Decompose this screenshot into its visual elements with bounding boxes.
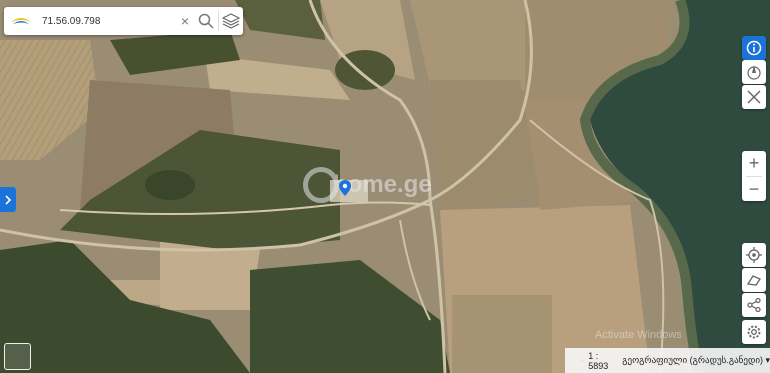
scale-readout: 1 : 5893 xyxy=(588,351,608,371)
projection-select[interactable]: გეოგრაფიული (გრადუს.განედი) ▾ xyxy=(622,355,770,366)
share-icon xyxy=(747,297,761,313)
zoom-controls: + − xyxy=(742,151,766,201)
clear-search-icon[interactable]: × xyxy=(176,12,194,30)
search-button[interactable] xyxy=(194,9,218,33)
georgia-map-logo xyxy=(11,18,31,24)
scale-value: 5893 xyxy=(588,360,609,371)
search-icon xyxy=(198,13,214,29)
info-button[interactable] xyxy=(742,36,766,60)
layers-button[interactable] xyxy=(219,9,243,33)
search-bar: 71.56.09.798 × xyxy=(4,7,243,35)
settings-button[interactable] xyxy=(742,320,766,344)
layers-icon xyxy=(222,13,240,29)
status-bar: 1 : 5893 გეოგრაფიული (გრადუს.განედი) ▾ xyxy=(565,348,770,373)
activate-windows-overlay: Activate Windows xyxy=(595,329,682,341)
locate-icon xyxy=(746,247,762,263)
location-pin-icon[interactable] xyxy=(339,180,351,196)
zoom-out-button[interactable]: − xyxy=(742,177,766,202)
scale-icon xyxy=(582,359,584,362)
chevron-right-icon xyxy=(5,194,12,205)
info-icon xyxy=(746,40,762,56)
settings-icon xyxy=(747,325,761,339)
basemap-switcher-button[interactable] xyxy=(4,343,31,370)
compass-button[interactable] xyxy=(742,60,766,84)
sidebar-toggle-button[interactable] xyxy=(0,187,16,212)
draw-button[interactable] xyxy=(742,268,766,292)
compass-icon xyxy=(747,65,761,80)
draw-icon xyxy=(746,275,761,286)
zoom-in-button[interactable]: + xyxy=(742,151,766,176)
measure-button[interactable] xyxy=(742,85,766,109)
share-button[interactable] xyxy=(742,293,766,317)
measure-icon xyxy=(747,90,761,104)
scale-prefix: 1 : xyxy=(588,350,599,361)
locate-button[interactable] xyxy=(742,243,766,267)
search-input[interactable]: 71.56.09.798 xyxy=(42,16,176,27)
home-ge-watermark: home.ge xyxy=(303,167,432,203)
